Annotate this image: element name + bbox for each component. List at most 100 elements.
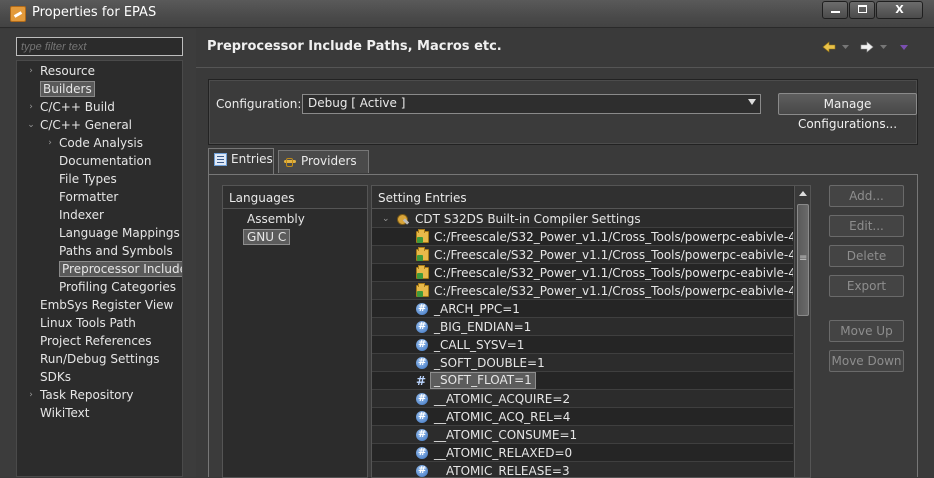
tree-item-label: Builders xyxy=(40,81,95,97)
collapsed-twisty-icon[interactable]: › xyxy=(26,62,36,80)
export-button[interactable]: Export xyxy=(829,275,904,297)
setting-entry-text: __ATOMIC_ACQ_REL=4 xyxy=(434,410,571,424)
expanded-twisty-icon[interactable]: ⌄ xyxy=(26,116,36,134)
tree-item-label: Linux Tools Path xyxy=(40,316,136,330)
setting-entry-row[interactable]: __ATOMIC_RELEASE=3 xyxy=(372,462,793,477)
tab-entries-label: Entries xyxy=(231,152,273,166)
tree-item[interactable]: Project References xyxy=(40,332,152,350)
close-button[interactable]: X xyxy=(876,1,923,19)
setting-entry-row[interactable]: __ATOMIC_ACQ_REL=4 xyxy=(372,408,793,426)
entries-tab-body: Languages Assembly GNU C Setting Entries … xyxy=(208,174,918,478)
tree-item[interactable]: Profiling Categories xyxy=(59,278,176,296)
maximize-button[interactable] xyxy=(849,1,875,19)
tree-item[interactable]: File Types xyxy=(59,170,117,188)
setting-entry-text: __ATOMIC_RELAXED=0 xyxy=(434,446,573,460)
expanded-twisty-icon[interactable]: ⌄ xyxy=(382,210,390,227)
tree-item[interactable]: ⌄ C/C++ General xyxy=(27,116,133,134)
tree-item[interactable]: Formatter xyxy=(59,188,118,206)
configuration-select[interactable]: Debug [ Active ] xyxy=(302,94,761,114)
tree-item[interactable]: Run/Debug Settings xyxy=(40,350,160,368)
tree-item-label: Profiling Categories xyxy=(59,280,176,294)
setting-entry-row[interactable]: _SOFT_DOUBLE=1 xyxy=(372,354,793,372)
setting-entry-row[interactable]: ⌄ CDT S32DS Built-in Compiler Settings xyxy=(372,210,793,228)
tree-item[interactable]: Preprocessor Include Pa xyxy=(59,260,182,278)
tab-providers-label: Providers xyxy=(301,154,357,168)
tree-item[interactable]: › Code Analysis xyxy=(48,134,143,152)
tree-item-label: Task Repository xyxy=(40,388,134,402)
macro-icon xyxy=(416,408,428,425)
setting-entry-row[interactable]: # _SOFT_FLOAT=1 xyxy=(372,372,793,390)
setting-entry-text: CDT S32DS Built-in Compiler Settings xyxy=(415,212,641,226)
tree-item-label: Indexer xyxy=(59,208,104,222)
language-item[interactable]: Assembly xyxy=(247,210,305,228)
tree-item[interactable]: › Resource xyxy=(29,62,95,80)
manage-configurations-button[interactable]: Manage Configurations... xyxy=(778,93,917,131)
setting-entry-text: _BIG_ENDIAN=1 xyxy=(434,320,532,334)
setting-entries-tree: Setting Entries ⌄ CDT S32DS Built-in Comp… xyxy=(371,185,811,478)
macro-icon xyxy=(416,462,428,477)
tree-item[interactable]: SDKs xyxy=(40,368,71,386)
tree-item-label: Project References xyxy=(40,334,152,348)
language-item[interactable]: GNU C xyxy=(243,228,291,246)
tree-item[interactable]: Linux Tools Path xyxy=(40,314,136,332)
forward-arrow-icon[interactable] xyxy=(860,41,874,53)
macro-icon xyxy=(416,426,428,443)
view-menu-icon[interactable] xyxy=(900,45,908,51)
tree-item-label: C/C++ General xyxy=(40,118,133,132)
maximize-icon xyxy=(857,5,867,13)
tree-item[interactable]: EmbSys Register View xyxy=(40,296,173,314)
setting-entry-text: _SOFT_DOUBLE=1 xyxy=(434,356,545,370)
tree-item-label: Documentation xyxy=(59,154,152,168)
tab-providers[interactable]: Providers xyxy=(278,150,369,173)
collapsed-twisty-icon[interactable]: › xyxy=(26,98,36,116)
back-menu-chevron-icon[interactable] xyxy=(842,45,849,50)
add-button[interactable]: Add... xyxy=(829,185,904,207)
tab-entries[interactable]: Entries xyxy=(208,148,274,174)
forward-menu-chevron-icon[interactable] xyxy=(880,45,887,50)
setting-entry-row[interactable]: C:/Freescale/S32_Power_v1.1/Cross_Tools/… xyxy=(372,228,793,246)
title-separator xyxy=(196,67,934,68)
window-title: Properties for EPAS xyxy=(32,5,157,20)
tree-item[interactable]: › C/C++ Build xyxy=(29,98,115,116)
move-down-button[interactable]: Move Down xyxy=(829,350,904,372)
app-icon xyxy=(10,6,26,22)
setting-entries-header: Setting Entries xyxy=(372,186,793,209)
setting-entry-row[interactable]: C:/Freescale/S32_Power_v1.1/Cross_Tools/… xyxy=(372,246,793,264)
collapsed-twisty-icon[interactable]: › xyxy=(26,386,36,404)
setting-entry-text: __ATOMIC_CONSUME=1 xyxy=(434,428,578,442)
setting-entry-row[interactable]: _CALL_SYSV=1 xyxy=(372,336,793,354)
back-arrow-icon[interactable] xyxy=(822,41,836,53)
tree-item[interactable]: Paths and Symbols xyxy=(59,242,173,260)
scroll-thumb[interactable] xyxy=(797,204,809,316)
setting-entry-text: C:/Freescale/S32_Power_v1.1/Cross_Tools/… xyxy=(434,284,793,298)
tree-item[interactable]: Builders xyxy=(40,80,95,98)
tree-item[interactable]: › Task Repository xyxy=(29,386,134,404)
vertical-scrollbar[interactable] xyxy=(794,186,810,477)
main-panel: Preprocessor Include Paths, Macros etc. … xyxy=(196,29,934,478)
setting-entry-row[interactable]: C:/Freescale/S32_Power_v1.1/Cross_Tools/… xyxy=(372,264,793,282)
tree-item-label: WikiText xyxy=(40,406,90,420)
collapsed-twisty-icon[interactable]: › xyxy=(45,134,55,152)
languages-list: Languages Assembly GNU C xyxy=(222,185,368,478)
setting-entry-row[interactable]: __ATOMIC_CONSUME=1 xyxy=(372,426,793,444)
minimize-button[interactable] xyxy=(822,1,848,19)
edit-button[interactable]: Edit... xyxy=(829,215,904,237)
setting-entry-row[interactable]: _ARCH_PPC=1 xyxy=(372,300,793,318)
setting-entry-text: C:/Freescale/S32_Power_v1.1/Cross_Tools/… xyxy=(434,266,793,280)
tree-item[interactable]: Documentation xyxy=(59,152,152,170)
tree-item[interactable]: Language Mappings xyxy=(59,224,180,242)
setting-entry-row[interactable]: __ATOMIC_ACQUIRE=2 xyxy=(372,390,793,408)
move-up-button[interactable]: Move Up xyxy=(829,320,904,342)
scroll-up-arrow-icon[interactable] xyxy=(799,191,807,196)
tree-item[interactable]: WikiText xyxy=(40,404,90,422)
setting-entry-row[interactable]: _BIG_ENDIAN=1 xyxy=(372,318,793,336)
tree-item[interactable]: Indexer xyxy=(59,206,104,224)
setting-entry-row[interactable]: C:/Freescale/S32_Power_v1.1/Cross_Tools/… xyxy=(372,282,793,300)
folder-icon xyxy=(416,247,429,261)
language-item-label: GNU C xyxy=(243,229,291,245)
providers-icon xyxy=(284,155,297,168)
filter-input[interactable] xyxy=(16,37,183,56)
setting-entry-row[interactable]: __ATOMIC_RELAXED=0 xyxy=(372,444,793,462)
window-titlebar: Properties for EPAS X xyxy=(0,0,934,28)
delete-button[interactable]: Delete xyxy=(829,245,904,267)
